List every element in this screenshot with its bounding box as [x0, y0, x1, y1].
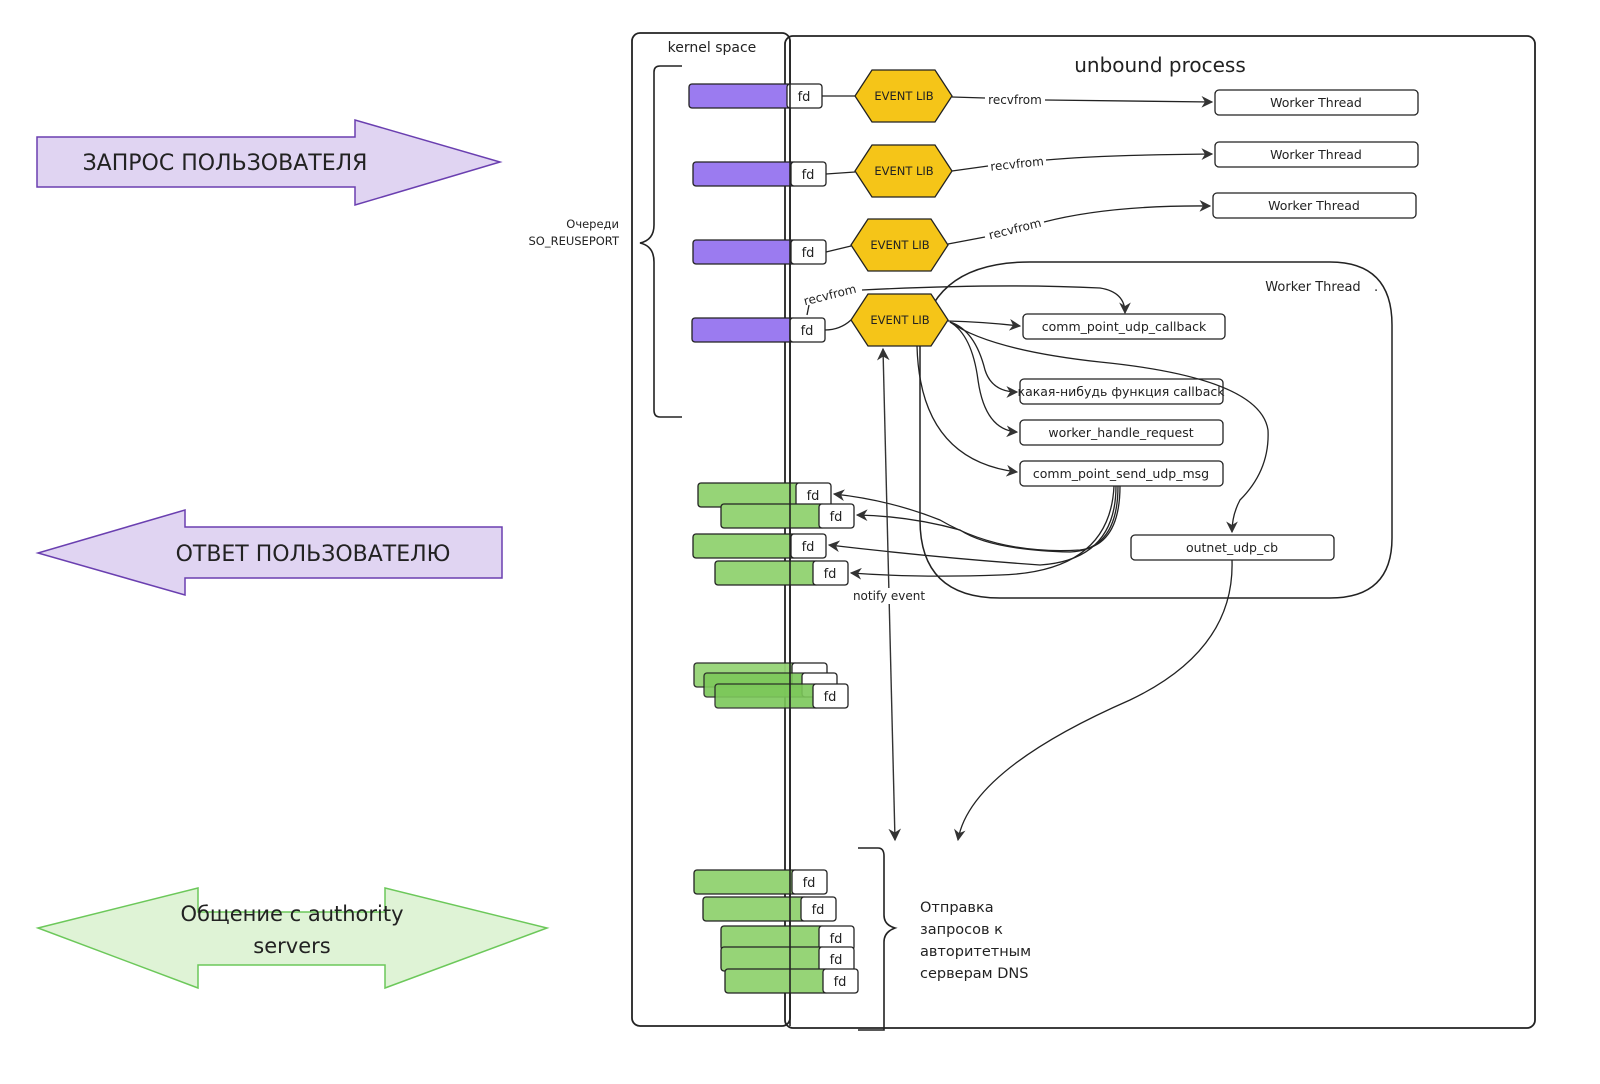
dns-send-line2: запросов к: [920, 922, 1003, 938]
func-any-callback: какая-нибудь функция callback: [1018, 378, 1226, 405]
event-lib-label: EVENT LIB: [870, 313, 929, 327]
event-lib-1: EVENT LIB: [854, 69, 953, 123]
authority-fd-2: fd: [702, 896, 837, 922]
call-arrow-any-callback: [949, 321, 1019, 398]
fd-label: fd: [812, 903, 825, 918]
recvfrom-label: recvfrom: [987, 216, 1042, 243]
fd-label: fd: [807, 489, 820, 504]
authority-label-line1: Общение с authority: [180, 902, 403, 926]
unbound-architecture-diagram: ЗАПРОС ПОЛЬЗОВАТЕЛЯ ОТВЕТ ПОЛЬЗОВАТЕЛЮ О…: [35, 32, 1536, 1031]
fd-eventlib-link: [825, 245, 852, 253]
stacked-fd-group: fd: [693, 662, 849, 709]
event-lib-label: EVENT LIB: [874, 164, 933, 178]
authority-fd-5: fd: [724, 968, 859, 994]
socket-queue-bar: [692, 161, 798, 187]
send-arrow-fd-1: [832, 485, 1121, 552]
worker-thread-label: Worker Thread: [1268, 198, 1360, 213]
fd-label: fd: [798, 90, 811, 105]
queue-1: fd: [688, 83, 823, 109]
authority-fd-1: fd: [693, 869, 828, 895]
func-comm-point-send-udp-msg: comm_point_send_udp_msg: [1019, 460, 1224, 487]
fd-label: fd: [824, 567, 837, 582]
recvfrom-label: recvfrom: [990, 154, 1045, 174]
dns-send-brace: [858, 847, 898, 1031]
func-comm-point-udp-callback: comm_point_udp_callback: [1022, 313, 1226, 340]
recvfrom-arrow-3: [1043, 200, 1212, 223]
send-arrow-fd-3: [827, 485, 1117, 566]
dns-send-line1: Отправка: [920, 900, 994, 916]
worker-thread-3: Worker Thread: [1212, 192, 1417, 219]
worker-thread-1: Worker Thread: [1214, 89, 1419, 116]
socket-queue-bar: [692, 239, 798, 265]
event-lib-4: EVENT LIB: [850, 293, 949, 347]
fd-label: fd: [802, 246, 815, 261]
recvfrom-arrow-2: [1045, 148, 1214, 161]
fd-eventlib-link: [825, 171, 856, 175]
func-worker-handle-request: worker_handle_request: [1019, 419, 1224, 446]
user-response-arrow: ОТВЕТ ПОЛЬЗОВАТЕЛЮ: [35, 508, 503, 596]
func-label: worker_handle_request: [1048, 425, 1193, 440]
socket-queue-bar: [688, 83, 794, 109]
queues-label-line2: SO_REUSEPORT: [528, 234, 619, 248]
fd-label: fd: [834, 975, 847, 990]
fd-label: fd: [830, 510, 843, 525]
event-lib-2: EVENT LIB: [854, 144, 953, 198]
recvfrom-label: recvfrom: [988, 93, 1042, 107]
recvfrom-arrow-2-start: [951, 165, 989, 172]
socket-queue-bar: [691, 317, 797, 343]
fd-label: fd: [803, 876, 816, 891]
func-label: какая-нибудь функция callback: [1018, 384, 1226, 399]
user-request-arrow: ЗАПРОС ПОЛЬЗОВАТЕЛЯ: [36, 119, 503, 207]
queues-label-line1: Очереди: [566, 217, 619, 231]
notify-event-label: notify event: [853, 589, 925, 603]
event-lib-label: EVENT LIB: [870, 238, 929, 252]
fd-label: fd: [824, 690, 837, 705]
send-arrow-fd-4: [849, 485, 1115, 580]
authority-servers-arrow: Общение с authority servers: [35, 887, 550, 990]
fd-label: fd: [802, 168, 815, 183]
worker-thread-label: Worker Thread: [1270, 147, 1362, 162]
call-arrow-udp-callback: [947, 318, 1022, 331]
fd-eventlib-link: [824, 319, 852, 331]
event-lib-label: EVENT LIB: [874, 89, 933, 103]
inner-worker-thread-dot: .: [1374, 280, 1378, 295]
call-arrow-send-udp-msg: [916, 345, 1019, 477]
response-fd-2: fd: [720, 503, 855, 529]
fd-label: fd: [801, 324, 814, 339]
authority-fd-4: fd: [720, 946, 855, 972]
recvfrom-arrow-1: [1044, 96, 1214, 108]
func-label: comm_point_send_udp_msg: [1033, 466, 1209, 481]
func-label: comm_point_udp_callback: [1042, 319, 1207, 334]
fd-label: fd: [830, 953, 843, 968]
queue-2: fd: [692, 161, 827, 187]
queue-3: fd: [692, 239, 827, 265]
user-response-label: ОТВЕТ ПОЛЬЗОВАТЕЛЮ: [176, 542, 451, 567]
user-request-label: ЗАПРОС ПОЛЬЗОВАТЕЛЯ: [83, 151, 368, 176]
recvfrom-arrow-3-start: [947, 236, 986, 245]
func-outnet-udp-cb: outnet_udp_cb: [1130, 534, 1335, 561]
kernel-space-title: kernel space: [668, 40, 757, 56]
dns-send-line3: авторитетным: [920, 944, 1031, 960]
outnet-to-authority-arrow: [954, 559, 1233, 842]
unbound-process-title: unbound process: [1074, 53, 1246, 77]
worker-thread-label: Worker Thread: [1270, 95, 1362, 110]
inner-worker-thread-title: Worker Thread: [1265, 280, 1360, 295]
response-fd-4: fd: [714, 560, 849, 586]
func-label: outnet_udp_cb: [1186, 540, 1278, 555]
recvfrom-arrow-1-start: [951, 96, 986, 99]
authority-label-line2: servers: [253, 934, 330, 958]
fd-label: fd: [802, 540, 815, 555]
queue-4: fd: [691, 317, 826, 343]
recvfrom-label: recvfrom: [802, 282, 857, 309]
response-fd-3: fd: [692, 533, 827, 559]
queues-brace: [639, 65, 682, 418]
fd-label: fd: [830, 932, 843, 947]
event-lib-3: EVENT LIB: [850, 218, 949, 272]
worker-thread-2: Worker Thread: [1214, 141, 1419, 168]
send-arrow-fd-2: [855, 485, 1119, 553]
dns-send-line4: серверам DNS: [920, 966, 1028, 982]
